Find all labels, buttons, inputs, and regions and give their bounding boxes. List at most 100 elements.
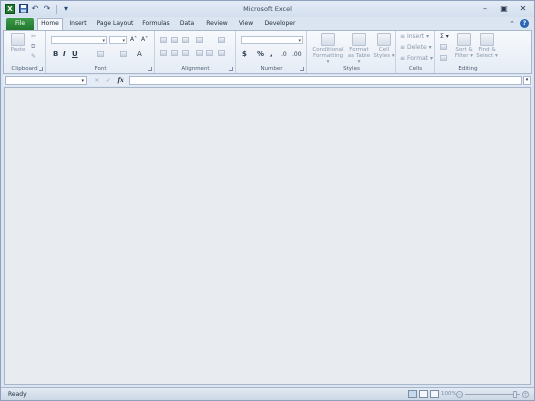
view-buttons — [408, 390, 439, 398]
tab-home[interactable]: Home — [37, 18, 63, 30]
restore-button[interactable]: ▣ — [499, 4, 509, 13]
normal-view-icon[interactable] — [408, 390, 417, 398]
currency-button[interactable]: $ — [242, 50, 247, 58]
title-bar: X ↶ ↷ ▾ Microsoft Excel – ▣ ✕ — [1, 1, 534, 17]
merge-center-icon[interactable] — [218, 50, 225, 56]
orientation-icon[interactable] — [196, 37, 203, 43]
minimize-ribbon-icon[interactable]: ⌃ — [509, 20, 515, 28]
page-layout-view-icon[interactable] — [419, 390, 428, 398]
zoom-slider-thumb[interactable] — [513, 391, 517, 398]
align-top-icon[interactable] — [160, 37, 167, 43]
alignment-launcher-icon[interactable] — [229, 67, 233, 71]
name-box[interactable]: ▾ — [5, 76, 87, 85]
increase-decimal-button[interactable]: .0 — [281, 51, 287, 58]
wrap-text-icon[interactable] — [218, 37, 225, 43]
autosum-button[interactable]: Σ ▾ — [440, 33, 449, 40]
sort-filter-button[interactable]: Sort & Filter ▾ — [453, 33, 475, 59]
conditional-formatting-label-2: Formatting ▾ — [312, 53, 344, 65]
workbook-area — [4, 87, 531, 385]
bold-button[interactable]: B — [53, 50, 58, 58]
binoculars-icon — [480, 33, 494, 46]
window-controls: – ▣ ✕ — [480, 4, 528, 13]
borders-icon[interactable] — [97, 51, 104, 57]
find-select-button[interactable]: Find & Select ▾ — [476, 33, 498, 59]
increase-indent-icon[interactable] — [206, 50, 213, 56]
excel-window: X ↶ ↷ ▾ Microsoft Excel – ▣ ✕ File Home … — [0, 0, 535, 401]
font-launcher-icon[interactable] — [148, 67, 152, 71]
page-break-view-icon[interactable] — [430, 390, 439, 398]
cell-styles-button[interactable]: Cell Styles ▾ — [373, 33, 395, 59]
group-cells: ≡ Insert ▾ ≡ Delete ▾ ≡ Format ▾ Cells — [397, 31, 435, 73]
comma-button[interactable]: , — [270, 50, 273, 58]
insert-function-button[interactable]: fx — [118, 77, 124, 84]
sort-filter-icon — [457, 33, 471, 46]
help-icon[interactable]: ? — [520, 19, 529, 28]
align-left-icon[interactable] — [160, 50, 167, 56]
shrink-font-button[interactable]: A˅ — [141, 36, 148, 43]
number-format-combo[interactable]: ▾ — [241, 36, 303, 44]
formula-input[interactable] — [129, 76, 522, 85]
font-size-combo[interactable]: ▾ — [109, 36, 127, 44]
grow-font-button[interactable]: A˄ — [130, 36, 137, 43]
tab-formulas[interactable]: Formulas — [140, 19, 172, 30]
minimize-button[interactable]: – — [480, 4, 490, 13]
zoom-in-icon[interactable]: + — [522, 391, 529, 398]
insert-cells-button[interactable]: ≡ Insert ▾ — [400, 33, 429, 40]
zoom-slider-track[interactable] — [465, 394, 520, 395]
tab-insert[interactable]: Insert — [65, 19, 91, 30]
align-middle-icon[interactable] — [171, 37, 178, 43]
tab-review[interactable]: Review — [203, 19, 231, 30]
fill-color-icon[interactable] — [120, 51, 127, 57]
cut-icon[interactable]: ✂ — [31, 33, 36, 40]
align-center-icon[interactable] — [171, 50, 178, 56]
fill-icon[interactable] — [440, 44, 447, 50]
paste-button[interactable]: Paste — [7, 33, 29, 53]
format-cells-label: Format ▾ — [406, 55, 434, 62]
tab-data[interactable]: Data — [176, 19, 198, 30]
tab-view[interactable]: View — [235, 19, 257, 30]
sort-filter-label-2: Filter ▾ — [454, 53, 474, 59]
window-title: Microsoft Excel — [243, 5, 292, 13]
clipboard-launcher-icon[interactable] — [39, 67, 43, 71]
decrease-indent-icon[interactable] — [196, 50, 203, 56]
expand-formula-bar-icon[interactable]: ▾ — [523, 76, 531, 85]
underline-button[interactable]: U — [72, 50, 78, 58]
zoom-out-icon[interactable]: − — [456, 391, 463, 398]
tab-file[interactable]: File — [6, 18, 34, 30]
enter-entry-icon[interactable]: ✓ — [106, 77, 111, 84]
italic-button[interactable]: I — [63, 50, 66, 58]
group-number: ▾ $ % , .0 .00 Number — [237, 31, 307, 73]
format-cells-button[interactable]: ≡ Format ▾ — [400, 55, 433, 62]
zoom-level[interactable]: 100% — [441, 391, 457, 397]
format-as-table-button[interactable]: Format as Table ▾ — [346, 33, 372, 65]
percent-button[interactable]: % — [257, 50, 264, 58]
paste-label: Paste — [10, 47, 26, 53]
font-color-button[interactable]: A — [137, 50, 142, 58]
status-ready: Ready — [8, 391, 27, 398]
formula-bar: ▾ × ✓ fx ▾ — [3, 75, 532, 86]
tab-developer[interactable]: Developer — [261, 19, 299, 30]
group-label-cells: Cells — [408, 66, 423, 72]
ribbon-right-controls: ⌃ ? — [509, 19, 529, 28]
group-alignment: Alignment — [156, 31, 236, 73]
conditional-formatting-icon — [321, 33, 335, 46]
chevron-down-icon: ▾ — [298, 38, 301, 44]
group-styles: Conditional Formatting ▾ Format as Table… — [308, 31, 396, 73]
group-label-styles: Styles — [343, 66, 360, 72]
format-as-table-icon — [352, 33, 366, 46]
delete-cells-button[interactable]: ≡ Delete ▾ — [400, 44, 432, 51]
font-name-combo[interactable]: ▾ — [51, 36, 107, 44]
tab-page-layout[interactable]: Page Layout — [95, 19, 135, 30]
close-button[interactable]: ✕ — [518, 4, 528, 13]
copy-icon[interactable]: ⧉ — [31, 43, 35, 50]
format-as-table-label-2: as Table ▾ — [347, 53, 371, 65]
clear-icon[interactable] — [440, 55, 447, 61]
number-launcher-icon[interactable] — [300, 67, 304, 71]
format-painter-icon[interactable]: ✎ — [31, 53, 36, 60]
align-bottom-icon[interactable] — [182, 37, 189, 43]
cancel-entry-icon[interactable]: × — [94, 77, 99, 84]
ribbon-home: Paste ✂ ⧉ ✎ Clipboard ▾ ▾ A˄ A˅ B I U A … — [3, 30, 532, 74]
conditional-formatting-button[interactable]: Conditional Formatting ▾ — [311, 33, 345, 65]
align-right-icon[interactable] — [182, 50, 189, 56]
decrease-decimal-button[interactable]: .00 — [292, 51, 302, 58]
